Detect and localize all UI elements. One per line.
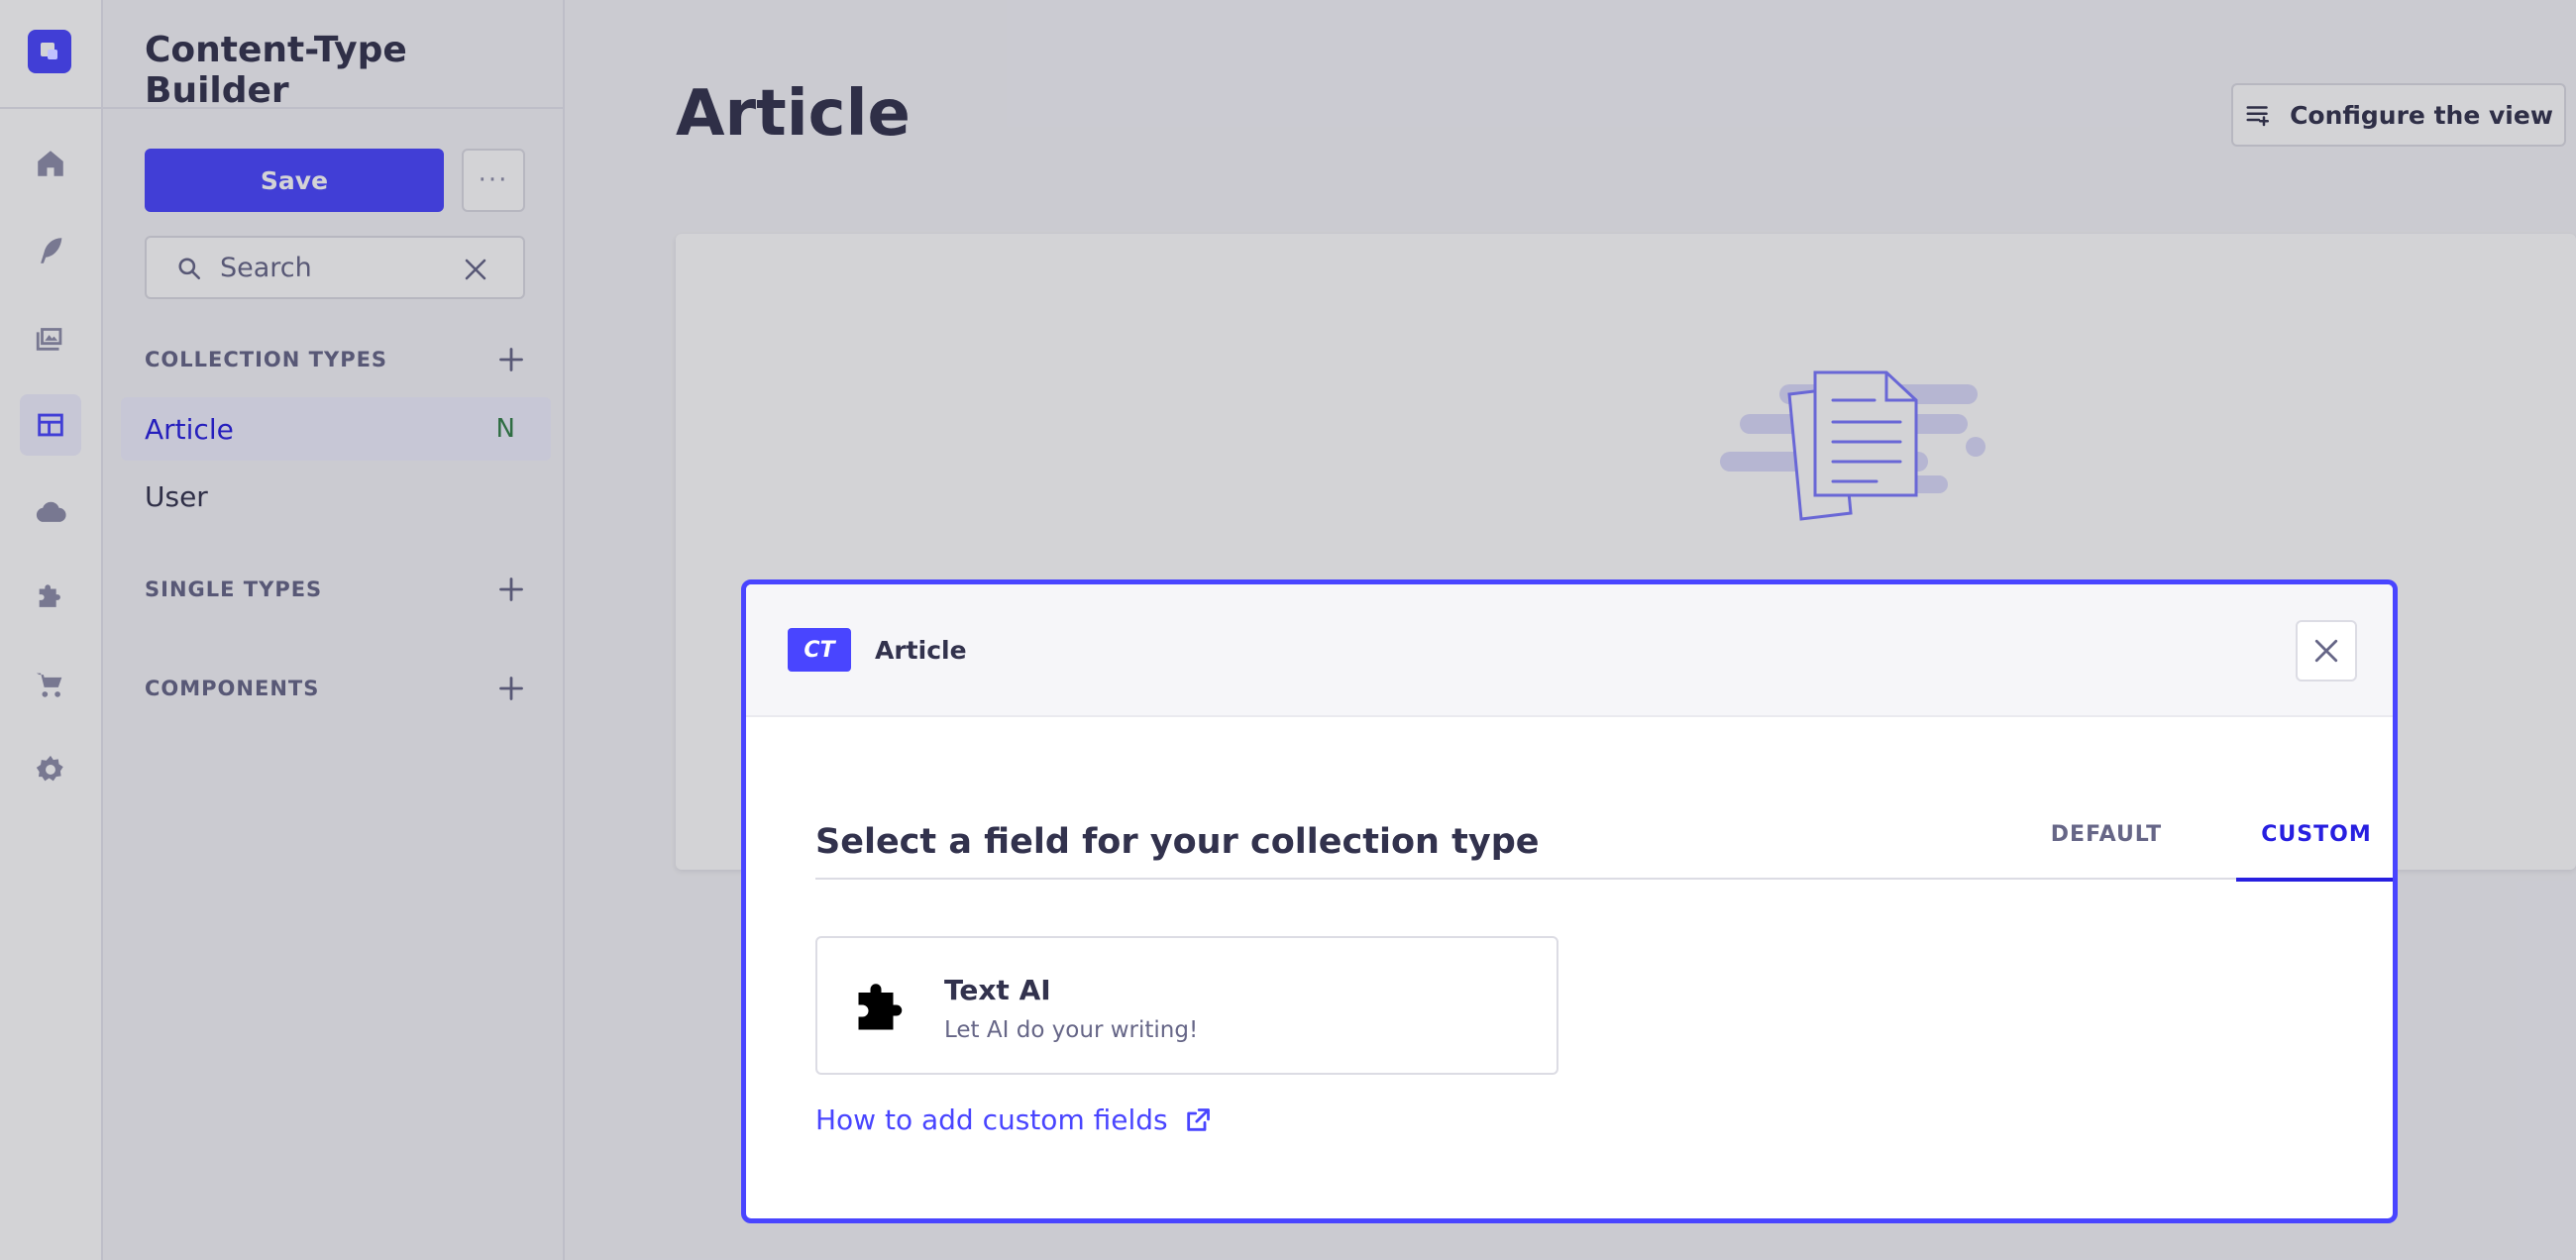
modal-breadcrumb: Article	[875, 636, 967, 665]
close-modal-button[interactable]	[2296, 620, 2357, 682]
help-link-label: How to add custom fields	[815, 1103, 1168, 1136]
field-option-text-ai[interactable]: Text AI Let AI do your writing!	[815, 936, 1558, 1075]
field-title: Text AI	[944, 974, 1051, 1006]
puzzle-icon	[858, 984, 903, 1030]
field-description: Let AI do your writing!	[944, 1017, 1199, 1043]
external-link-icon	[1186, 1107, 1210, 1131]
custom-fields-help-link[interactable]: How to add custom fields	[815, 1103, 1212, 1136]
select-field-modal: CT Article DEFAULT CUSTOM Select a field…	[741, 579, 2398, 1223]
close-icon	[2314, 639, 2338, 663]
tab-default[interactable]: DEFAULT	[2032, 814, 2181, 880]
content-type-badge: CT	[788, 628, 851, 672]
modal-header: CT Article	[746, 584, 2393, 717]
modal-heading: Select a field for your collection type	[815, 822, 1540, 862]
tab-custom[interactable]: CUSTOM	[2236, 814, 2393, 882]
